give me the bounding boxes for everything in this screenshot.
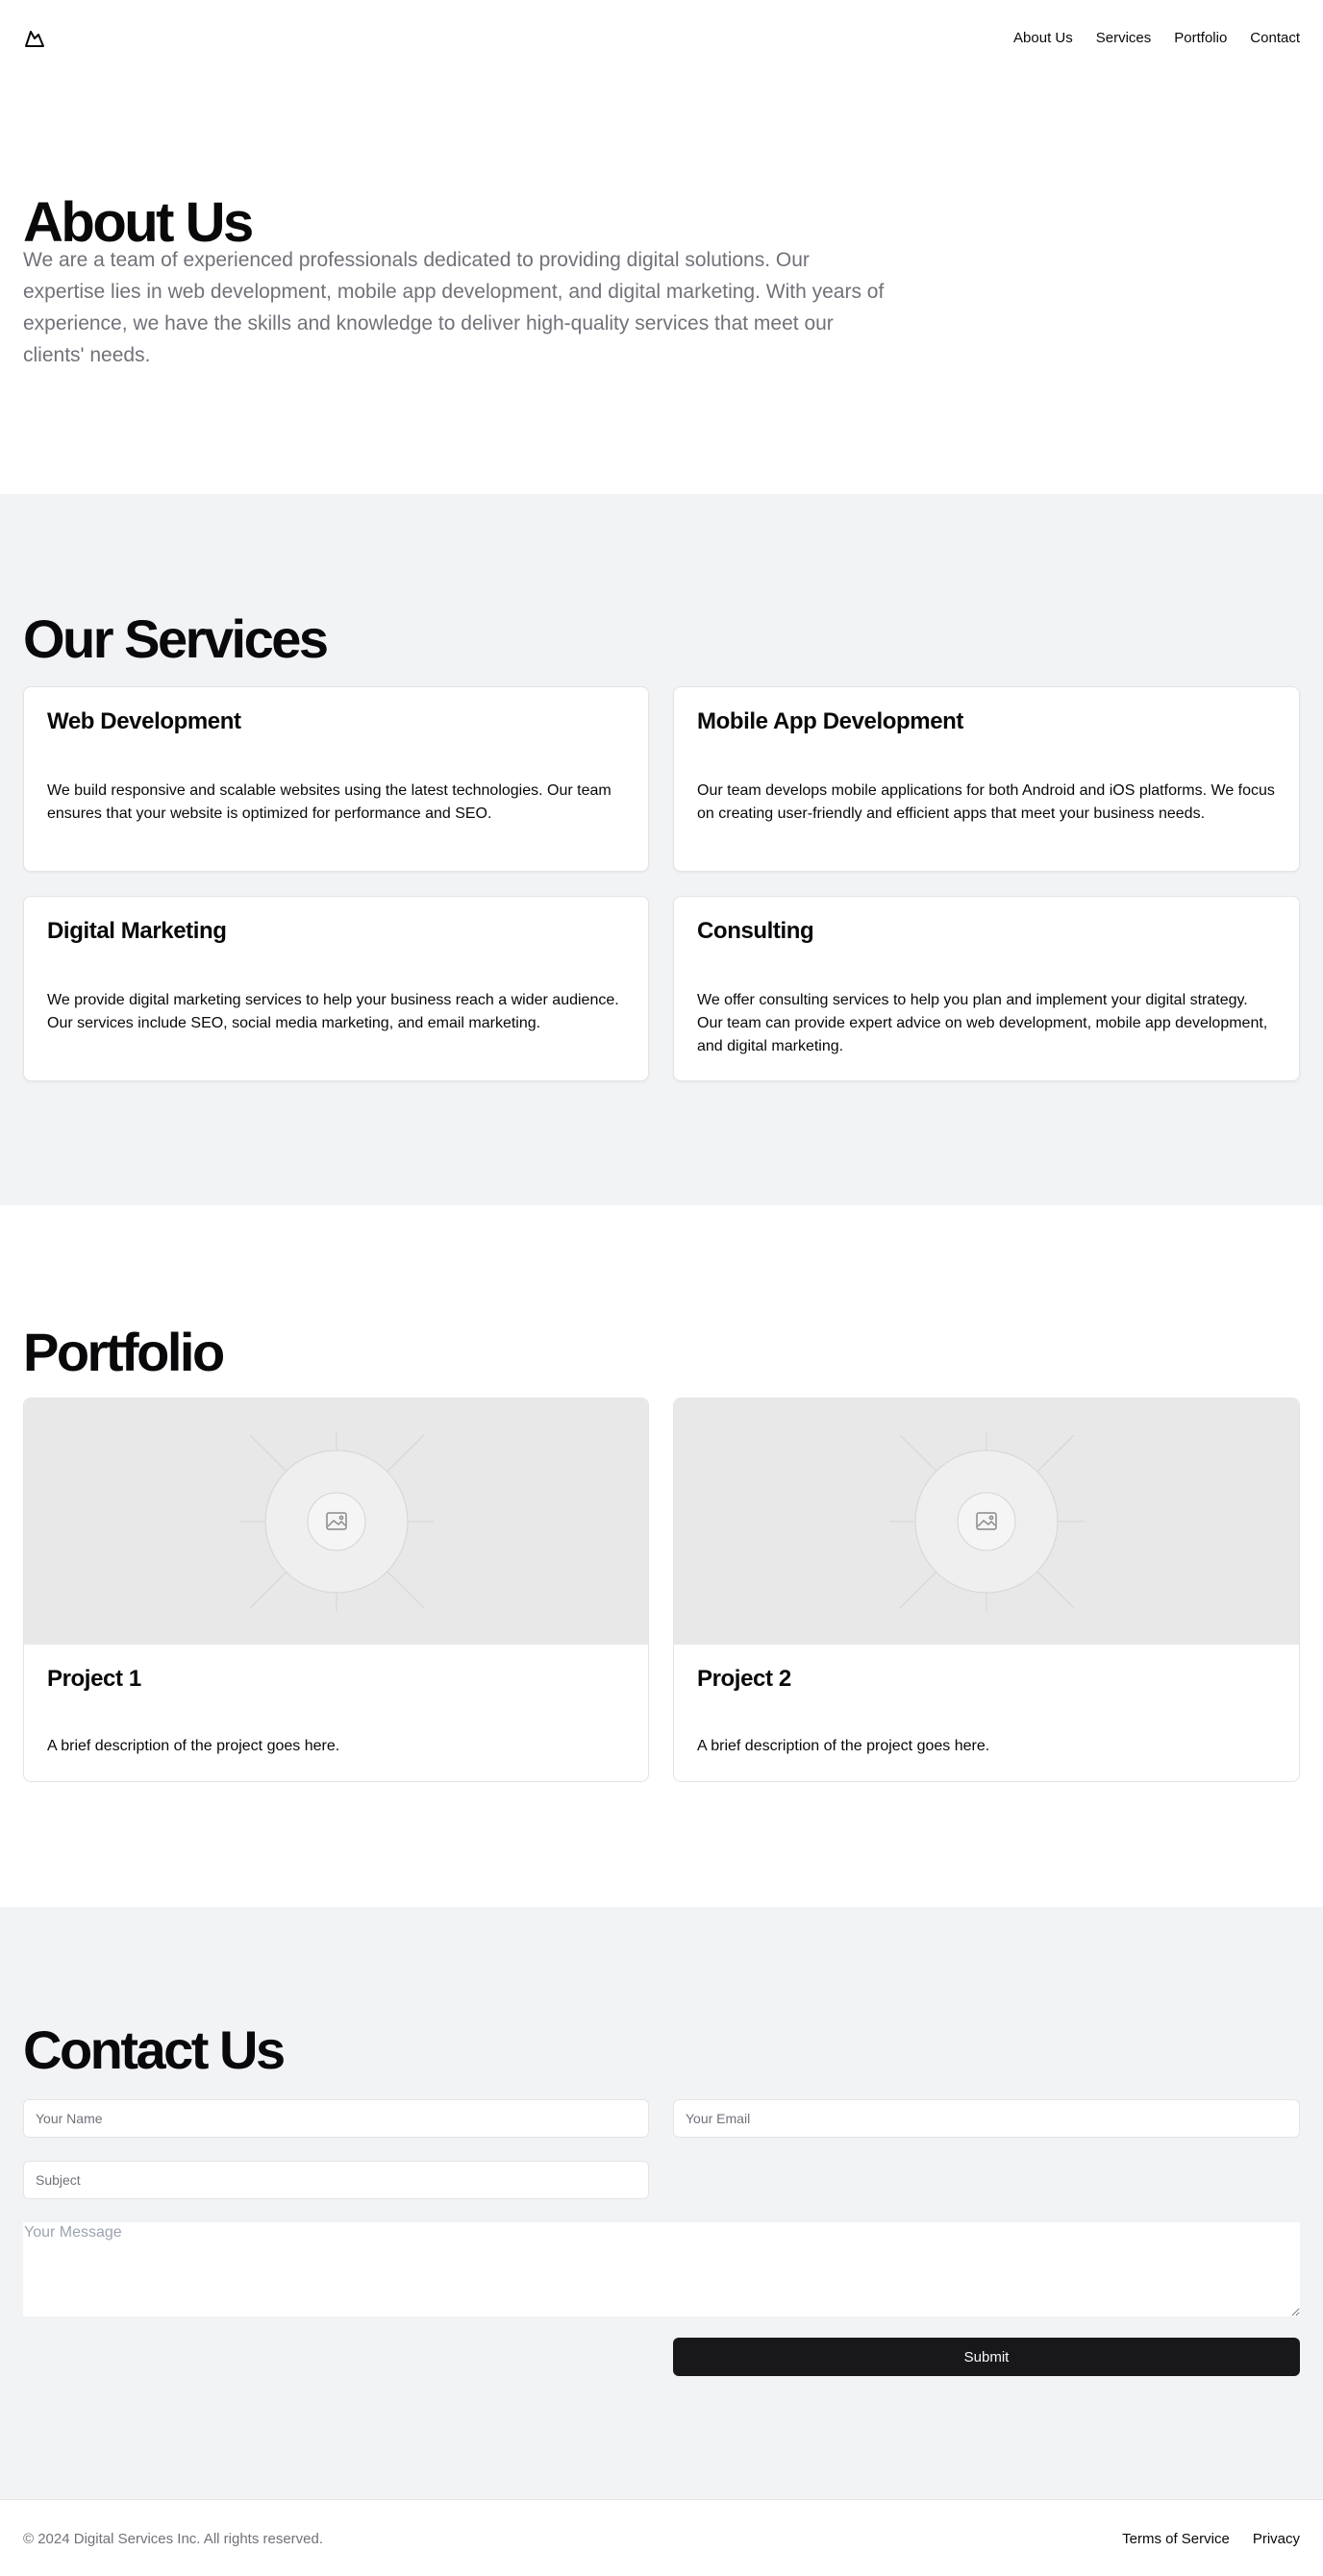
mountain-icon[interactable] (23, 27, 46, 50)
service-card-web-development: Web Development We build responsive and … (23, 686, 649, 872)
service-card-consulting: Consulting We offer consulting services … (673, 896, 1300, 1081)
services-section: Our Services Web Development We build re… (0, 494, 1323, 1205)
project-title: Project 1 (47, 1666, 141, 1692)
main-nav: About Us Services Portfolio Contact (1013, 29, 1300, 48)
project-title: Project 2 (697, 1666, 791, 1692)
footer-nav: Terms of Service Privacy (1122, 2530, 1300, 2549)
email-field[interactable] (673, 2099, 1300, 2138)
nav-link-contact[interactable]: Contact (1250, 29, 1300, 48)
service-card-title: Mobile App Development (697, 708, 963, 734)
service-card-description: We provide digital marketing services to… (47, 992, 619, 1031)
footer-link-terms[interactable]: Terms of Service (1122, 2530, 1230, 2549)
portfolio-section: Portfolio Project 1 A brief description … (0, 1205, 1323, 1907)
project-image (674, 1399, 1299, 1645)
about-section: About Us We are a team of experienced pr… (0, 77, 1323, 494)
service-card-mobile-app-development: Mobile App Development Our team develops… (673, 686, 1300, 872)
service-card-title: Web Development (47, 708, 241, 734)
services-title: Our Services (23, 608, 329, 669)
nav-link-portfolio[interactable]: Portfolio (1174, 29, 1227, 48)
service-card-title: Digital Marketing (47, 918, 227, 944)
project-description: A brief description of the project goes … (697, 1738, 990, 1754)
footer-link-privacy[interactable]: Privacy (1253, 2530, 1300, 2549)
service-card-description: We offer consulting services to help you… (697, 992, 1268, 1054)
service-card-description: Our team develops mobile applications fo… (697, 782, 1275, 822)
portfolio-card-project-2[interactable]: Project 2 A brief description of the pro… (673, 1398, 1300, 1782)
service-card-title: Consulting (697, 918, 814, 944)
submit-button[interactable]: Submit (673, 2338, 1300, 2376)
project-image (24, 1399, 648, 1645)
subject-field[interactable] (23, 2161, 649, 2199)
nav-link-about[interactable]: About Us (1013, 29, 1073, 48)
nav-link-services[interactable]: Services (1096, 29, 1152, 48)
copyright-text: © 2024 Digital Services Inc. All rights … (23, 2531, 324, 2547)
name-field[interactable] (23, 2099, 649, 2138)
about-description: We are a team of experienced professiona… (23, 249, 885, 366)
contact-section: Contact Us Submit (0, 1907, 1323, 2499)
service-card-description: We build responsive and scalable website… (47, 782, 612, 822)
portfolio-title: Portfolio (23, 1322, 225, 1382)
message-field[interactable] (23, 2222, 1300, 2316)
project-description: A brief description of the project goes … (47, 1738, 340, 1754)
site-footer: © 2024 Digital Services Inc. All rights … (0, 2499, 1323, 2576)
image-placeholder-icon (239, 1431, 435, 1612)
contact-title: Contact Us (23, 2019, 286, 2080)
service-card-digital-marketing: Digital Marketing We provide digital mar… (23, 896, 649, 1081)
image-placeholder-icon (889, 1431, 1085, 1612)
site-header: About Us Services Portfolio Contact (0, 0, 1323, 77)
portfolio-card-project-1[interactable]: Project 1 A brief description of the pro… (23, 1398, 649, 1782)
